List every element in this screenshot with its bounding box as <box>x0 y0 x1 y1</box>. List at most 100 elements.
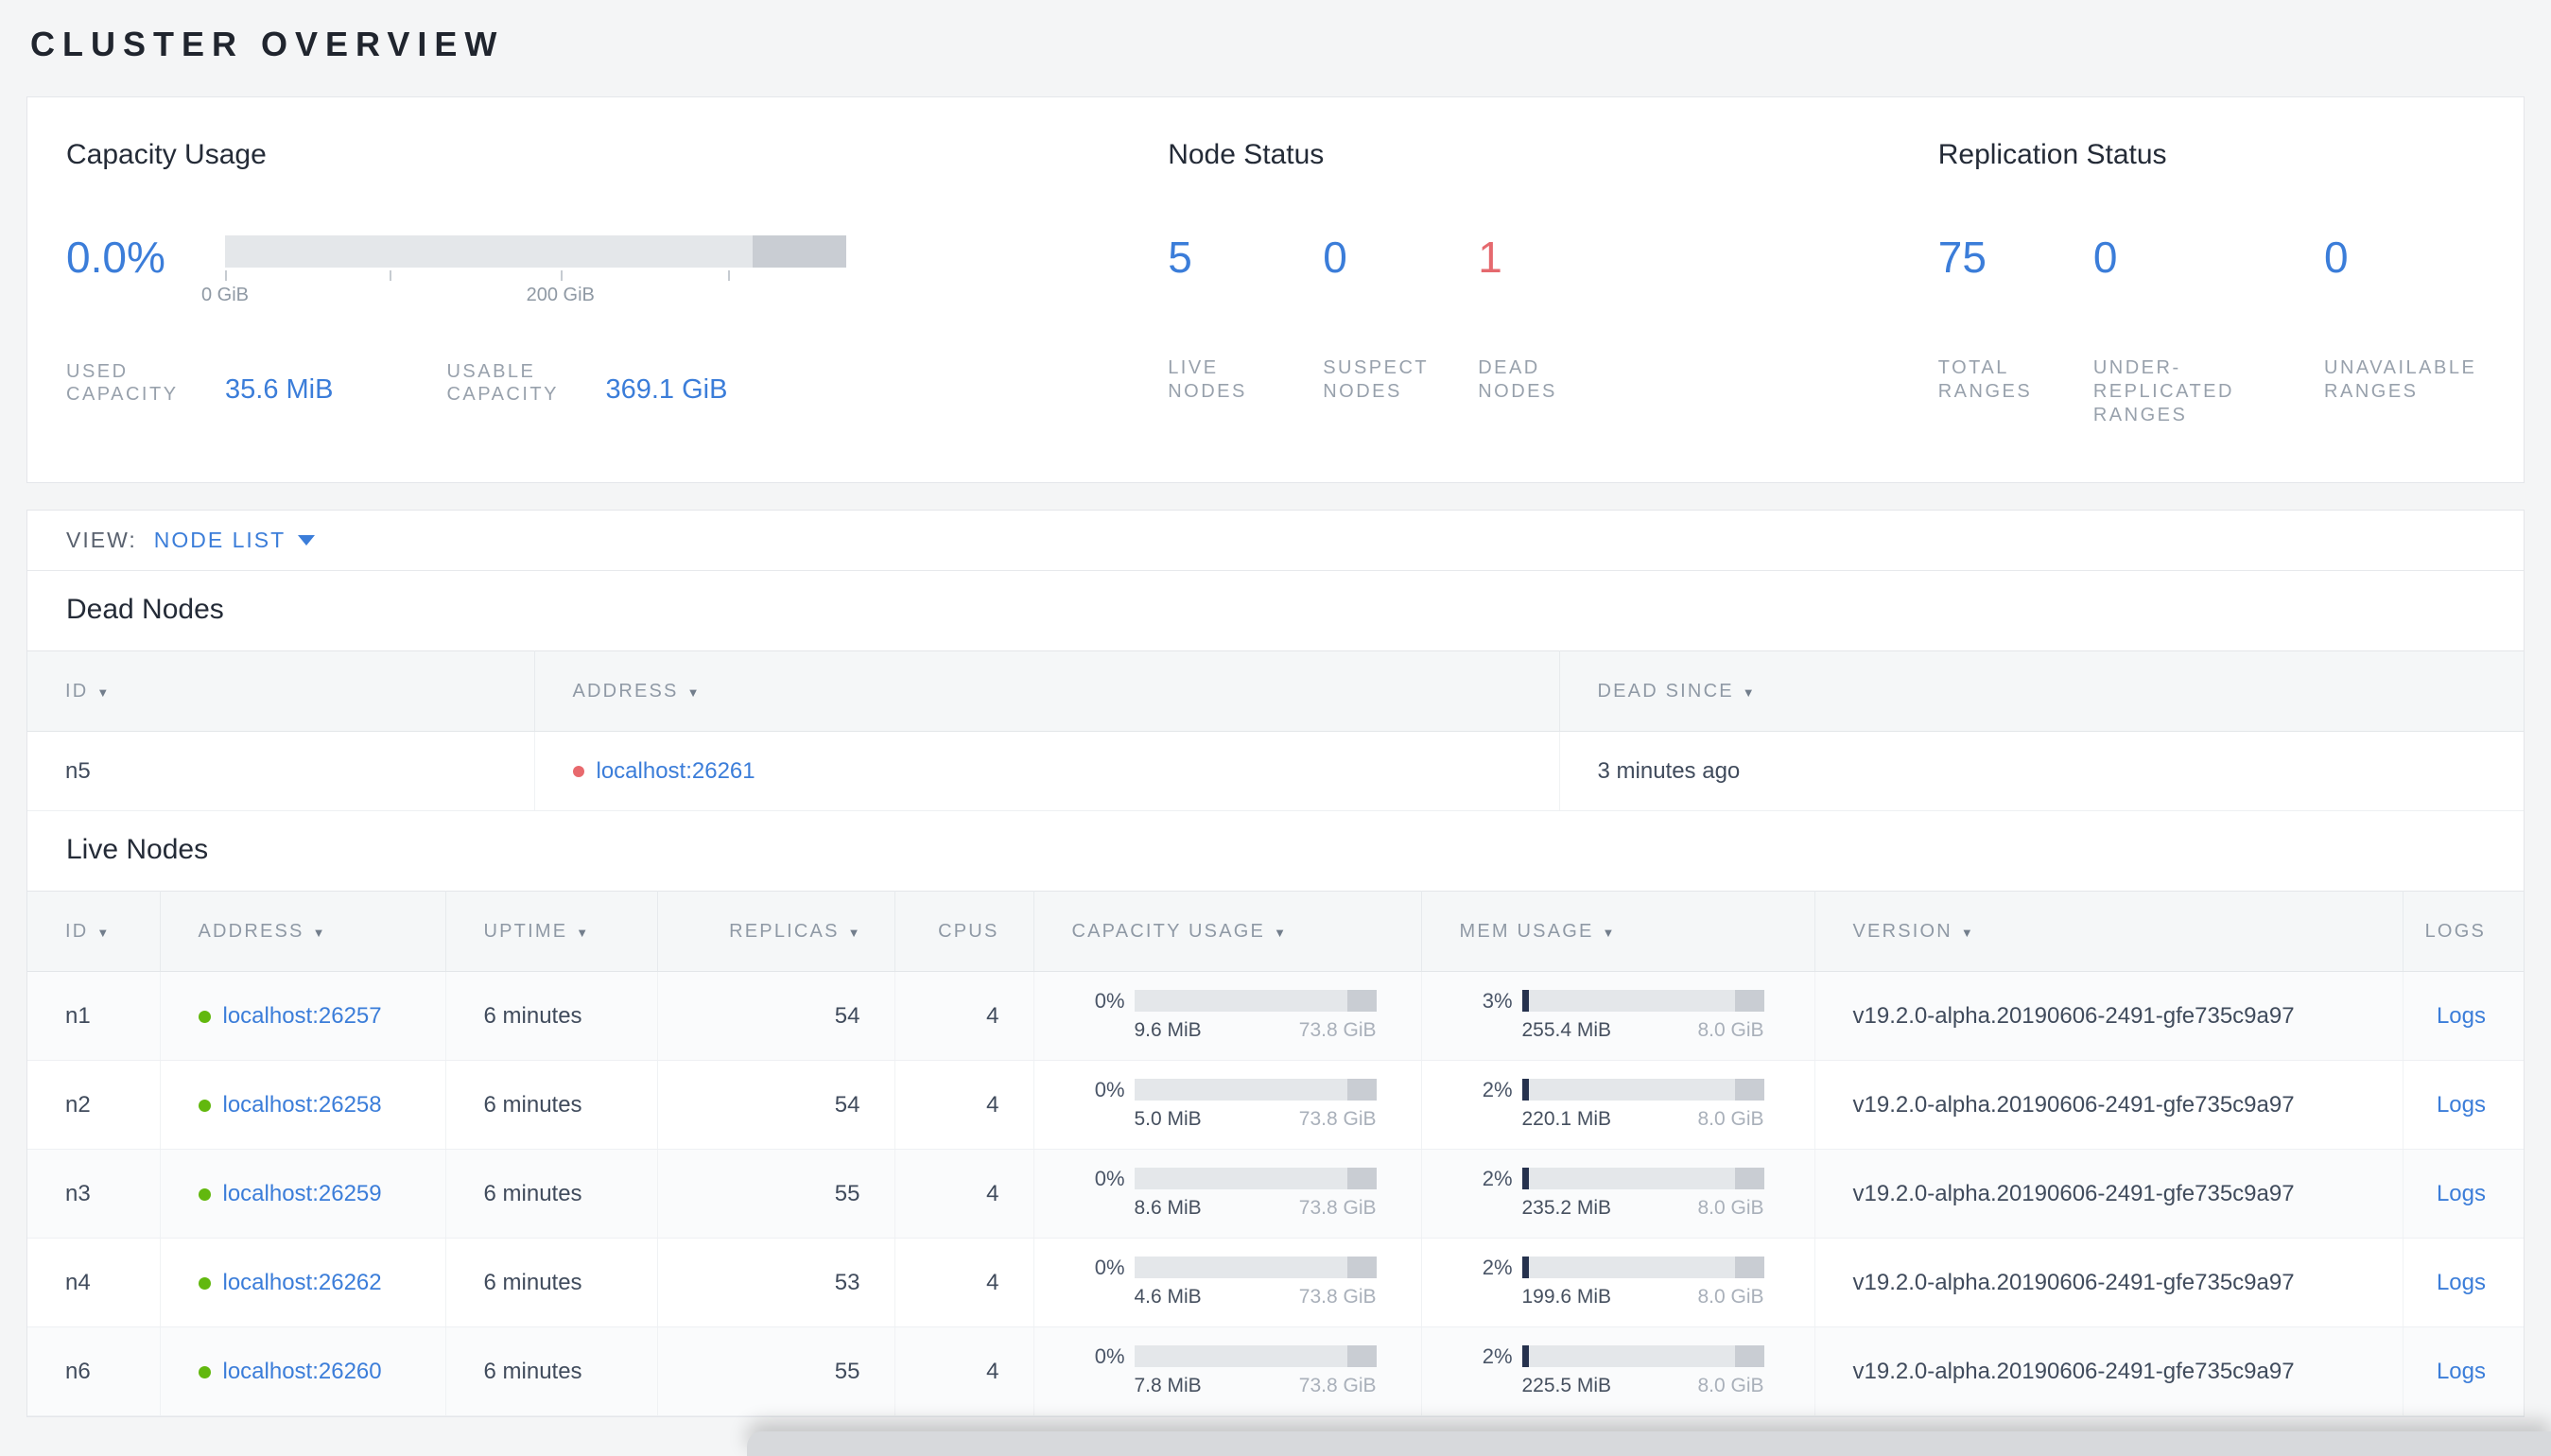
node-id: n1 <box>27 971 161 1061</box>
column-header-mem-usage[interactable]: MEM USAGE ▼ <box>1421 891 1815 972</box>
meter-endcap <box>1346 1168 1377 1189</box>
node-replicas: 53 <box>657 1238 895 1327</box>
node-uptime: 6 minutes <box>445 1060 658 1150</box>
node-uptime: 6 minutes <box>445 1238 658 1327</box>
column-header-address[interactable]: ADDRESS ▼ <box>534 650 1560 732</box>
column-header-capacity-usage[interactable]: CAPACITY USAGE ▼ <box>1033 891 1422 972</box>
node-live-icon <box>198 1099 211 1112</box>
node-id: n5 <box>27 731 535 811</box>
column-header-uptime[interactable]: UPTIME ▼ <box>445 891 658 972</box>
axis-tick <box>560 270 563 281</box>
view-label: VIEW: <box>66 528 137 552</box>
axis-tick <box>225 270 227 281</box>
capacity-bar: 0 GiB 200 GiB <box>201 235 846 309</box>
node-version: v19.2.0-alpha.20190606-2491-gfe735c9a97 <box>1814 1060 2403 1150</box>
logs-link[interactable]: Logs <box>2437 1359 2486 1384</box>
dead-nodes-count: 1 <box>1478 233 1502 282</box>
mem-usage-meter: 2% 199.6 MiB 8.0 GiB <box>1482 1256 1764 1308</box>
node-uptime: 6 minutes <box>445 1149 658 1239</box>
meter-track <box>1134 1079 1377 1101</box>
node-version: v19.2.0-alpha.20190606-2491-gfe735c9a97 <box>1814 1238 2403 1327</box>
meter-endcap <box>1346 990 1377 1012</box>
column-header-logs: LOGS <box>2403 891 2524 972</box>
total-ranges-count: 75 <box>1937 233 1987 282</box>
unavailable-ranges-label: UNAVAILABLE RANGES <box>2324 357 2477 402</box>
node-cpus: 4 <box>894 1149 1034 1239</box>
meter-track <box>1134 1257 1377 1278</box>
node-address-link[interactable]: localhost:26259 <box>223 1181 382 1206</box>
live-nodes-count: 5 <box>1168 233 1192 282</box>
suspect-nodes-label: SUSPECT NODES <box>1323 357 1429 402</box>
meter-endcap <box>1734 1168 1764 1189</box>
nodes-card: VIEW: NODE LIST Dead Nodes ID ▼ ADDRESS ▼ … <box>26 510 2525 1417</box>
sort-desc-icon: ▼ <box>686 685 700 700</box>
cluster-summary-card: Capacity Usage 0.0% 0 GiB 200 GiB USED C… <box>26 96 2525 483</box>
meter-track <box>1521 1257 1764 1278</box>
node-id: n6 <box>27 1326 161 1416</box>
axis-tick <box>728 270 731 281</box>
node-address-link[interactable]: localhost:26260 <box>223 1359 382 1384</box>
usable-capacity-label: USABLE CAPACITY <box>446 361 559 405</box>
meter-endcap <box>1734 1345 1764 1367</box>
capacity-used-percent: 0.0% <box>66 233 165 282</box>
node-cpus: 4 <box>894 1326 1034 1416</box>
capacity-usage-section: Capacity Usage 0.0% 0 GiB 200 GiB USED C… <box>66 139 1168 427</box>
meter-endcap <box>1734 990 1764 1012</box>
sort-desc-icon: ▼ <box>1742 685 1755 700</box>
suspect-nodes-count: 0 <box>1323 233 1347 282</box>
node-version: v19.2.0-alpha.20190606-2491-gfe735c9a97 <box>1814 1326 2403 1416</box>
live-nodes-stat: 5 LIVE NODES <box>1168 232 1323 404</box>
meter-track <box>1521 1345 1764 1367</box>
node-replicas: 54 <box>657 971 895 1061</box>
node-live-icon <box>198 1276 211 1290</box>
logs-link[interactable]: Logs <box>2437 1092 2486 1118</box>
meter-fill <box>1521 1168 1529 1189</box>
capacity-usage-title: Capacity Usage <box>66 139 267 170</box>
node-status-section: Node Status 5 LIVE NODES 0 SUSPECT NODES… <box>1168 139 1938 427</box>
dead-nodes-section-title: Dead Nodes <box>66 594 224 625</box>
node-cpus: 4 <box>894 971 1034 1061</box>
node-live-icon <box>198 1010 211 1023</box>
column-header-address[interactable]: ADDRESS ▼ <box>160 891 446 972</box>
total-ranges-stat: 75 TOTAL RANGES <box>1938 232 2093 427</box>
sort-desc-icon: ▼ <box>312 925 325 940</box>
sort-desc-icon: ▼ <box>576 925 589 940</box>
logs-link[interactable]: Logs <box>2437 1181 2486 1206</box>
node-address-link[interactable]: localhost:26258 <box>223 1092 382 1118</box>
capacity-usage-meter: 0% 7.8 MiB 73.8 GiB <box>1094 1344 1377 1396</box>
mem-usage-meter: 2% 225.5 MiB 8.0 GiB <box>1482 1344 1764 1396</box>
live-nodes-table: ID ▼ ADDRESS ▼ UPTIME ▼ REPLICAS ▼ CPUS CAPA… <box>27 891 2524 1416</box>
table-row: n1 localhost:26257 6 minutes 54 4 0% 9.6… <box>27 971 2524 1061</box>
column-header-dead-since[interactable]: DEAD SINCE ▼ <box>1559 650 2524 732</box>
capacity-usage-meter: 0% 8.6 MiB 73.8 GiB <box>1094 1167 1377 1219</box>
node-status-title: Node Status <box>1168 139 1325 170</box>
logs-link[interactable]: Logs <box>2437 1270 2486 1295</box>
axis-tick-label: 200 GiB <box>526 285 595 305</box>
node-address-link[interactable]: localhost:26262 <box>223 1270 382 1295</box>
usable-capacity-value: 369.1 GiB <box>605 374 728 405</box>
column-header-version[interactable]: VERSION ▼ <box>1814 891 2403 972</box>
column-header-cpus: CPUS <box>894 891 1034 972</box>
node-live-icon <box>198 1365 211 1378</box>
node-replicas: 55 <box>657 1326 895 1416</box>
under-replicated-ranges-stat: 0 UNDER-REPLICATED RANGES <box>2093 232 2324 427</box>
under-replicated-ranges-label: UNDER-REPLICATED RANGES <box>2092 357 2234 425</box>
meter-endcap <box>1346 1079 1377 1101</box>
mem-usage-meter: 3% 255.4 MiB 8.0 GiB <box>1482 989 1764 1041</box>
node-address-link[interactable]: localhost:26257 <box>223 1003 382 1029</box>
meter-track <box>1521 1079 1764 1101</box>
node-uptime: 6 minutes <box>445 1326 658 1416</box>
column-header-replicas[interactable]: REPLICAS ▼ <box>657 891 895 972</box>
sort-desc-icon: ▼ <box>847 925 860 940</box>
node-dead-icon <box>572 766 584 778</box>
meter-track <box>1134 990 1377 1012</box>
table-row: n5 localhost:26261 3 minutes ago <box>27 731 2524 811</box>
unavailable-ranges-stat: 0 UNAVAILABLE RANGES <box>2324 232 2486 427</box>
node-address-link[interactable]: localhost:26261 <box>597 758 755 784</box>
column-header-id[interactable]: ID ▼ <box>27 650 535 732</box>
view-selector[interactable]: NODE LIST <box>154 528 316 553</box>
sort-desc-icon: ▼ <box>1602 925 1615 940</box>
dead-nodes-stat: 1 DEAD NODES <box>1478 232 1572 404</box>
logs-link[interactable]: Logs <box>2437 1003 2486 1029</box>
column-header-id[interactable]: ID ▼ <box>27 891 161 972</box>
